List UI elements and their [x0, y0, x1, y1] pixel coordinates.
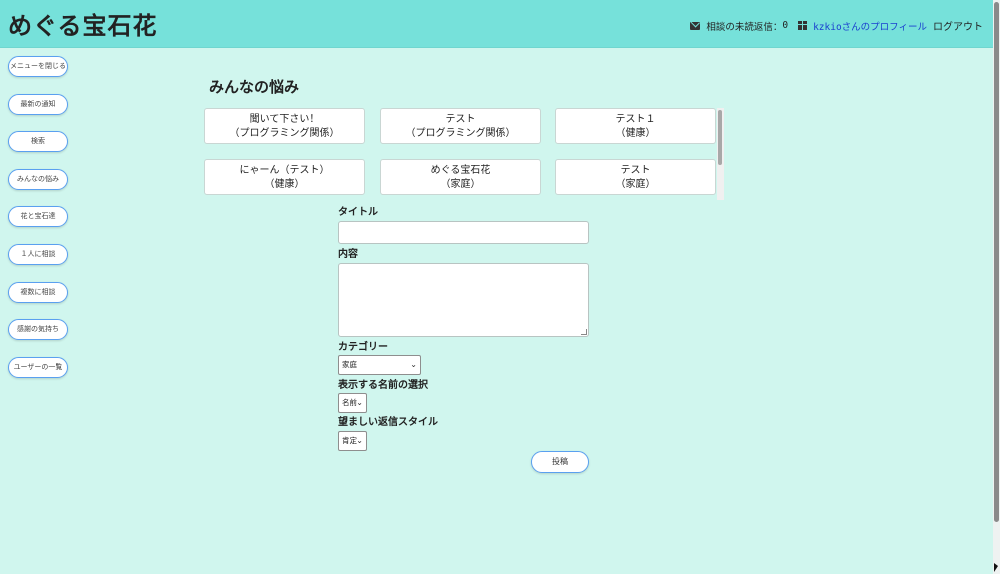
- app-header: めぐる宝石花 相談の未読返信： 0 kzkioさんのプロフィール ログアウト: [0, 0, 993, 48]
- category-label: カテゴリー: [338, 342, 388, 353]
- category-selected: 家庭: [342, 360, 357, 369]
- topic-title: テスト: [445, 114, 476, 125]
- header-status: 相談の未読返信： 0 kzkioさんのプロフィール ログアウト: [690, 18, 983, 33]
- page-scrollbar-thumb[interactable]: [994, 2, 999, 522]
- sidebar-item-gratitude[interactable]: 感謝の気持ち: [8, 319, 68, 341]
- sidebar-item-consult-many[interactable]: 複数に相談: [8, 281, 68, 303]
- sidebar-item-everyones-worries[interactable]: みんなの悩み: [8, 168, 68, 190]
- topic-category: （プログラミング関係）: [229, 128, 340, 139]
- topic-card[interactable]: テスト１ （健康）: [555, 108, 716, 144]
- topic-title: 聞いて下さい！: [249, 114, 320, 125]
- title-label: タイトル: [338, 207, 378, 218]
- sidebar-item-user-list[interactable]: ユーザーの一覧: [8, 356, 68, 378]
- topic-grid-scrollbar[interactable]: [717, 108, 724, 200]
- chevron-down-icon: ⌄: [356, 436, 363, 445]
- profile-link[interactable]: kzkioさんのプロフィール: [813, 19, 927, 33]
- unread-label: 相談の未読返信：: [706, 21, 783, 33]
- logout-link[interactable]: ログアウト: [933, 18, 983, 33]
- topic-card[interactable]: テスト （プログラミング関係）: [380, 108, 541, 144]
- topic-title: テスト: [620, 165, 651, 176]
- unread-count: 0: [782, 20, 789, 31]
- topic-category: （プログラミング関係）: [405, 128, 516, 139]
- sidebar-menu: メニューを閉じる 最新の通知 検索 みんなの悩み 花と宝石達 １人に相談 複数に…: [8, 56, 68, 394]
- topic-title: テスト１: [615, 114, 656, 125]
- title-input[interactable]: [338, 221, 589, 244]
- content-textarea[interactable]: [338, 263, 589, 337]
- reply-style-select[interactable]: 肯定 ⌄: [338, 431, 367, 451]
- topic-card[interactable]: めぐる宝石花 （家庭）: [380, 159, 541, 195]
- content-label: 内容: [338, 249, 358, 260]
- sidebar-item-flowers-gems[interactable]: 花と宝石達: [8, 206, 68, 228]
- topic-card[interactable]: テスト （家庭）: [555, 159, 716, 195]
- gift-icon: [798, 21, 808, 30]
- brand-title[interactable]: めぐる宝石花: [8, 6, 158, 41]
- page-title: みんなの悩み: [209, 78, 300, 96]
- topic-category: （家庭）: [440, 179, 481, 190]
- topic-title: めぐる宝石花: [430, 165, 491, 176]
- reply-style-selected: 肯定: [342, 436, 357, 445]
- post-button[interactable]: 投稿: [531, 451, 589, 473]
- sidebar-item-close-menu[interactable]: メニューを閉じる: [8, 56, 68, 77]
- topic-card[interactable]: にゃーん（テスト） （健康）: [204, 159, 365, 195]
- mouse-cursor-icon: [994, 563, 998, 572]
- display-name-select[interactable]: 名前 ⌄: [338, 393, 367, 413]
- topic-card[interactable]: 聞いて下さい！ （プログラミング関係）: [204, 108, 365, 144]
- topic-category: （健康）: [264, 179, 305, 190]
- page-scrollbar[interactable]: [993, 0, 1000, 574]
- topic-category: （家庭）: [615, 179, 656, 190]
- topic-grid-scrollbar-thumb[interactable]: [718, 110, 722, 165]
- display-name-selected: 名前: [342, 398, 357, 407]
- display-name-label: 表示する名前の選択: [338, 380, 428, 391]
- category-select[interactable]: 家庭 ⌄: [338, 355, 421, 375]
- reply-style-label: 望ましい返信スタイル: [338, 417, 438, 428]
- chevron-down-icon: ⌄: [356, 398, 363, 407]
- sidebar-item-consult-one[interactable]: １人に相談: [8, 243, 68, 265]
- topic-title: にゃーん（テスト）: [239, 165, 330, 176]
- topic-grid: 聞いて下さい！ （プログラミング関係） テスト （プログラミング関係） テスト１…: [203, 108, 726, 200]
- sidebar-item-notifications[interactable]: 最新の通知: [8, 93, 68, 115]
- resize-grip-icon[interactable]: [581, 329, 587, 335]
- mail-icon: [690, 21, 701, 30]
- chevron-down-icon: ⌄: [410, 360, 417, 369]
- topic-category: （健康）: [615, 128, 656, 139]
- sidebar-item-search[interactable]: 検索: [8, 131, 68, 153]
